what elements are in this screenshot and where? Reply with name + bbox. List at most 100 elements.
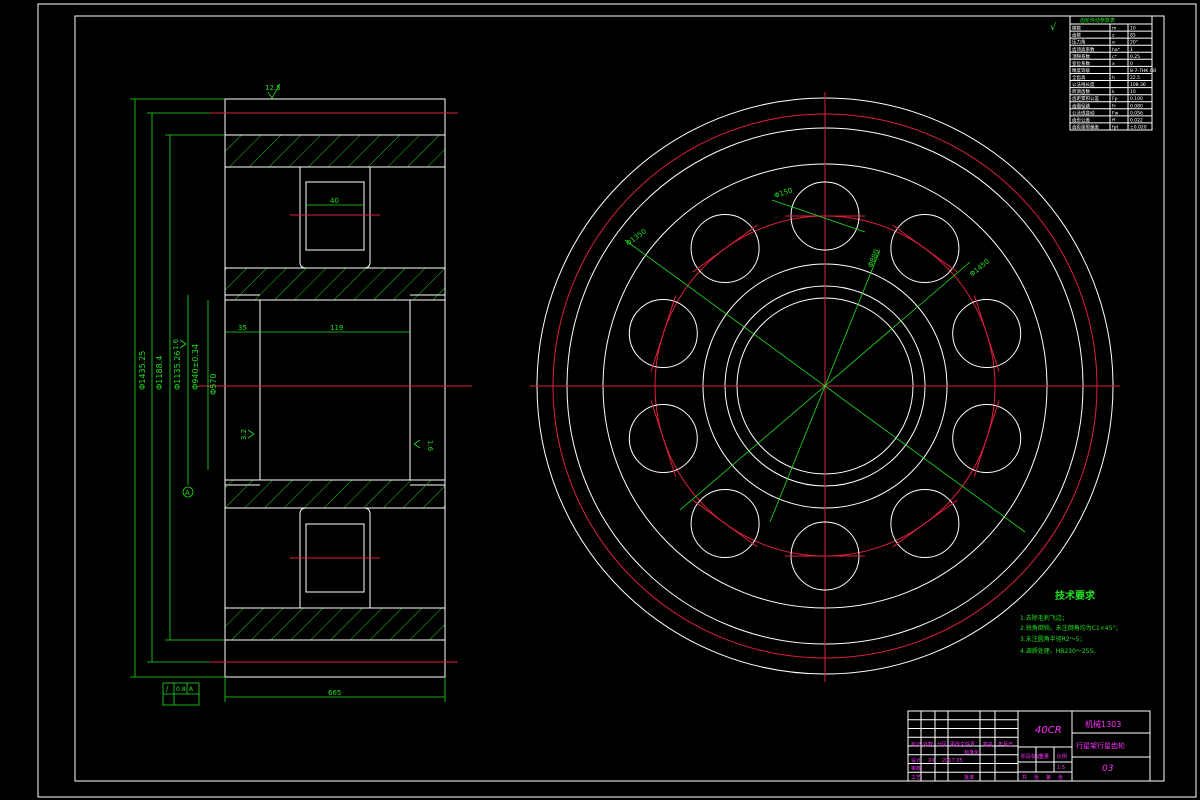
roughness-left: 1.6 <box>172 338 180 350</box>
stage-label: 阶段标记 <box>1021 753 1041 760</box>
param-cell: 0.056 <box>1130 110 1143 116</box>
roughness-icon <box>179 339 187 349</box>
hole-centerline <box>692 499 758 548</box>
param-cell: Fw <box>1112 110 1119 116</box>
tb-col-label: 更改文件号 <box>950 741 975 748</box>
param-cell: x <box>1112 62 1115 67</box>
tech-item: 2.锐角倒钝，未注倒角均为C1×45°； <box>1020 624 1121 632</box>
material: 40CR <box>1035 725 1062 736</box>
general-roughness-icon: √ <box>1050 22 1057 33</box>
tb-row-label: 审核 <box>911 765 921 772</box>
param-cell: k <box>1112 89 1115 95</box>
param-cell: 1 <box>1130 47 1133 53</box>
dim-hole-diameter: Φ150 <box>773 186 793 199</box>
param-cell: 8-7-7HK GB <box>1130 68 1156 74</box>
param-cell: Fp <box>1112 96 1118 102</box>
tech-item: 1.去除毛刺飞边； <box>1020 614 1068 622</box>
dim-outer: Φ1450 <box>968 257 991 278</box>
drawing-no: 03 <box>1102 764 1114 774</box>
param-cell: 108.36 <box>1130 82 1146 88</box>
hole-centerline <box>892 499 958 548</box>
param-cell: 10 <box>1130 89 1136 95</box>
hole-centerline <box>892 224 958 273</box>
dim-web-width: 40 <box>330 197 339 205</box>
tb-col-label: 签名 <box>983 741 993 748</box>
param-cell: 公法线长度 <box>1072 81 1095 88</box>
hole-centerline <box>650 400 677 477</box>
param-cell: 齿距累积公差 <box>1072 95 1099 102</box>
roughness-right: 1.6 <box>426 440 434 452</box>
roughness-icon <box>247 429 255 439</box>
school-name: 机械1303 <box>1085 719 1121 729</box>
gdt-symbol: / <box>166 685 169 693</box>
sheet-label: 共 <box>1022 774 1027 781</box>
param-cell: 顶隙系数 <box>1072 53 1090 60</box>
design-date: 2017.05 <box>942 758 963 764</box>
param-cell: m <box>1112 27 1116 32</box>
param-cell: c* <box>1112 54 1117 60</box>
param-cell: 跨测齿数 <box>1072 88 1090 95</box>
hole-centerline <box>973 295 1000 372</box>
scale-value: 1:5 <box>1057 765 1065 771</box>
param-cell: 0.25 <box>1130 54 1140 60</box>
dim-d5: Φ570 <box>209 373 218 395</box>
param-cell: 0 <box>1130 61 1133 67</box>
param-cell: 公法线变动 <box>1072 109 1095 116</box>
tech-item: 3.未注圆角半径R2～5； <box>1020 635 1086 643</box>
param-cell: 全齿高 <box>1072 74 1086 81</box>
roughness-icon <box>413 439 421 449</box>
hole-centerline <box>692 224 758 273</box>
tech-item: 4.调质处理，HB230～255。 <box>1020 647 1099 655</box>
param-cell: 85 <box>1130 33 1136 39</box>
gdt-value: 0.8 <box>176 686 186 693</box>
scale-label: 比例 <box>1057 753 1067 760</box>
sheet-label: 张 <box>1034 774 1039 781</box>
dim-d3: Φ1135.26 <box>173 351 182 390</box>
param-cell: 精度等级 <box>1072 67 1090 74</box>
title-block: 40CR 机械1303 行星架行星齿轮 03 阶段标记 重量 比例 1:5 共 … <box>907 710 1151 782</box>
param-cell: 10 <box>1130 26 1136 32</box>
dim-left-step: 35 <box>238 324 247 332</box>
dim-inner: Φ880 <box>866 248 880 268</box>
tech-requirements: 技术要求 1.去除毛刺飞边； 2.锐角倒钝，未注倒角均为C1×45°； 3.未注… <box>1020 589 1121 655</box>
param-cell: 20° <box>1130 40 1138 46</box>
param-cell: 齿圈径跳 <box>1072 102 1090 109</box>
param-cell: 0.022 <box>1130 117 1143 123</box>
dim-d4: Φ940±0.34 <box>191 344 200 390</box>
param-cell: 齿形公差 <box>1072 116 1090 123</box>
param-cell: ha* <box>1112 47 1121 53</box>
weight-label: 重量 <box>1039 753 1049 760</box>
param-cell: 齿数 <box>1072 32 1081 39</box>
tb-row-label: 工艺 <box>911 775 921 781</box>
param-cell: 变位系数 <box>1072 60 1090 67</box>
dim-d1: Φ1435.25 <box>138 351 147 390</box>
side-section-view: Φ1435.25 Φ1188.4 Φ1135.26 Φ940±0.34 Φ570… <box>130 83 472 706</box>
standard-label: 标准化 <box>964 749 979 756</box>
hole-centerline <box>973 400 1000 477</box>
param-cell: ±0.020 <box>1130 125 1147 131</box>
tb-col-label: 分区 <box>937 741 947 748</box>
tb-row-label: 设计 <box>911 757 921 764</box>
tb-col-label: 年月日 <box>998 741 1013 748</box>
param-cell: 齿顶高系数 <box>1072 46 1095 53</box>
param-cell: fpt <box>1112 125 1118 131</box>
drawing-name: 行星架行星齿轮 <box>1076 741 1125 750</box>
roughness-bore: 3.2 <box>240 429 248 440</box>
front-view: Φ150 Φ1350 Φ1450 Φ880 <box>530 92 1120 682</box>
param-cell: Fr <box>1112 103 1116 109</box>
sheet-label: 张 <box>1058 774 1063 781</box>
param-cell: 压力角 <box>1072 39 1086 46</box>
param-cell: h <box>1112 75 1115 81</box>
tb-col-label: 处数 <box>923 741 933 748</box>
hole-centerline <box>650 295 677 372</box>
param-cell: 模数 <box>1072 25 1081 32</box>
dim-d2: Φ1188.4 <box>155 356 164 390</box>
outer-border <box>37 3 1197 798</box>
roughness-top: 12.5 <box>265 84 281 92</box>
dim-mid-length: 119 <box>330 324 343 332</box>
param-cell: 齿距极限偏差 <box>1072 124 1099 131</box>
gear-outline <box>224 98 446 678</box>
tb-row-label: 标记 <box>911 741 921 748</box>
dim-hole-pitch: Φ1350 <box>624 227 648 247</box>
dim-total-length: 665 <box>328 689 341 697</box>
